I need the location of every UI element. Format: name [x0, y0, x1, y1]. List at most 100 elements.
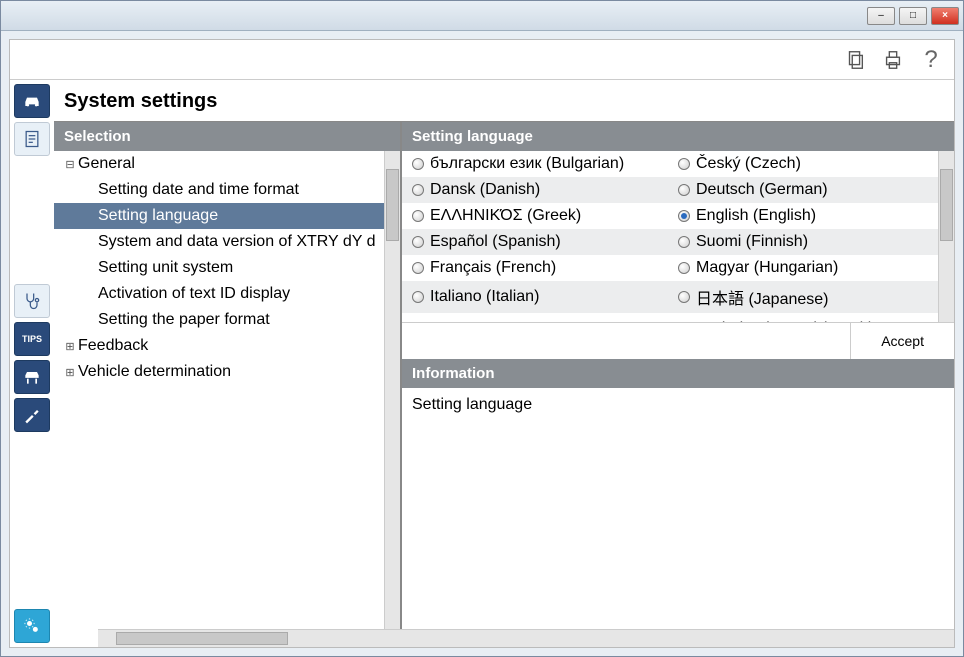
radio-icon[interactable]	[412, 210, 424, 222]
radio-icon[interactable]	[412, 158, 424, 170]
language-wrap: български език (Bulgarian) Český (Czech) D…	[402, 151, 954, 359]
sidebar-diagnose-icon[interactable]	[14, 284, 50, 318]
tree[interactable]: ⊟General Setting date and time format Sett…	[54, 151, 400, 629]
radio-icon[interactable]	[412, 291, 424, 303]
language-grid: български език (Bulgarian) Český (Czech) D…	[402, 151, 954, 322]
language-row: Español (Spanish) Suomi (Finnish)	[402, 229, 954, 255]
tree-item-label: Setting the paper format	[98, 311, 270, 329]
titlebar: – □ ×	[1, 1, 963, 31]
language-option[interactable]: 日本語 (Japanese)	[678, 285, 944, 309]
tree-item[interactable]: Setting unit system	[54, 255, 400, 281]
sidebar-lift-icon[interactable]	[14, 360, 50, 394]
sidebar-doc-icon[interactable]	[14, 122, 50, 156]
minimize-button[interactable]: –	[867, 7, 895, 25]
radio-icon[interactable]	[678, 236, 690, 248]
tree-item-label: Feedback	[78, 337, 148, 355]
sidebar-settings-icon[interactable]	[14, 609, 50, 643]
language-option[interactable]: Español (Spanish)	[412, 233, 678, 251]
tree-item-label: General	[78, 155, 135, 173]
radio-icon[interactable]	[412, 184, 424, 196]
radio-icon[interactable]	[678, 291, 690, 303]
selection-header: Selection	[54, 122, 400, 151]
page-title: System settings	[54, 80, 954, 121]
bottom-scrollbar[interactable]	[98, 629, 954, 647]
copy-icon[interactable]	[844, 49, 866, 71]
tree-toggle-icon[interactable]: ⊟	[62, 158, 78, 171]
tree-item-label: Setting unit system	[98, 259, 233, 277]
language-option[interactable]: Dansk (Danish)	[412, 181, 678, 199]
main-content: System settings Selection ⊟GeneralSettin…	[54, 80, 954, 647]
language-label: 日本語 (Japanese)	[696, 285, 829, 309]
app-frame: ? TIPS	[9, 39, 955, 648]
language-label: ΕΛΛΗΝΙΚΌΣ (Greek)	[430, 207, 581, 225]
radio-icon[interactable]	[678, 262, 690, 274]
help-icon[interactable]: ?	[920, 49, 942, 71]
language-row: Italiano (Italian) 日本語 (Japanese)	[402, 281, 954, 313]
language-option[interactable]: Magyar (Hungarian)	[678, 259, 944, 277]
language-option[interactable]: български език (Bulgarian)	[412, 155, 678, 173]
tree-toggle-icon[interactable]: ⊞	[62, 340, 78, 353]
tree-toggle-icon[interactable]: ⊞	[62, 366, 78, 379]
language-label: Magyar (Hungarian)	[696, 259, 838, 277]
tree-item[interactable]: Activation of text ID display	[54, 281, 400, 307]
language-label: Český (Czech)	[696, 155, 801, 173]
language-row: 한국의 (Korean) Nederlandse taal (Dutch)	[402, 313, 954, 322]
radio-icon[interactable]	[412, 236, 424, 248]
tree-item[interactable]: ⊞Vehicle determination	[54, 359, 400, 385]
language-row: български език (Bulgarian) Český (Czech)	[402, 151, 954, 177]
language-option[interactable]: Deutsch (German)	[678, 181, 944, 199]
tree-item-label: Setting date and time format	[98, 181, 299, 199]
language-option[interactable]: Nederlandse taal (Dutch)	[678, 317, 944, 322]
tree-item[interactable]: Setting language	[54, 203, 400, 229]
radio-icon[interactable]	[678, 210, 690, 222]
language-label: English (English)	[696, 207, 816, 225]
language-option[interactable]: Français (French)	[412, 259, 678, 277]
language-option[interactable]: English (English)	[678, 207, 944, 225]
sidebar-screwdriver-icon[interactable]	[14, 398, 50, 432]
radio-icon[interactable]	[678, 158, 690, 170]
radio-icon[interactable]	[412, 262, 424, 274]
language-label: Italiano (Italian)	[430, 288, 539, 306]
language-row: ΕΛΛΗΝΙΚΌΣ (Greek) English (English)	[402, 203, 954, 229]
language-label: Dansk (Danish)	[430, 181, 540, 199]
info-header: Information	[402, 359, 954, 388]
sidebar-car-icon[interactable]	[14, 84, 50, 118]
language-option[interactable]: Český (Czech)	[678, 155, 944, 173]
language-label: Deutsch (German)	[696, 181, 828, 199]
tree-item[interactable]: Setting date and time format	[54, 177, 400, 203]
tree-item[interactable]: System and data version of XTRY dY d	[54, 229, 400, 255]
close-button[interactable]: ×	[931, 7, 959, 25]
accept-button[interactable]: Accept	[850, 323, 954, 359]
language-option[interactable]: Italiano (Italian)	[412, 285, 678, 309]
radio-icon[interactable]	[678, 184, 690, 196]
right-scrollbar[interactable]	[938, 151, 954, 322]
sidebar-tips-icon[interactable]: TIPS	[14, 322, 50, 356]
tree-item[interactable]: Setting the paper format	[54, 307, 400, 333]
left-scrollbar[interactable]	[384, 151, 400, 629]
toolbar-top: ?	[10, 40, 954, 80]
language-label: Suomi (Finnish)	[696, 233, 808, 251]
left-pane: Selection ⊟General Setting date and time …	[54, 122, 402, 629]
language-label: български език (Bulgarian)	[430, 155, 624, 173]
maximize-button[interactable]: □	[899, 7, 927, 25]
language-label: 한국의 (Korean)	[430, 317, 541, 322]
language-row: Français (French) Magyar (Hungarian)	[402, 255, 954, 281]
splitter: Selection ⊟General Setting date and time …	[54, 121, 954, 629]
tree-item-label: Setting language	[98, 207, 218, 225]
print-icon[interactable]	[882, 49, 904, 71]
language-option[interactable]: Suomi (Finnish)	[678, 233, 944, 251]
app-window: – □ × ?	[0, 0, 964, 657]
language-option[interactable]: ΕΛΛΗΝΙΚΌΣ (Greek)	[412, 207, 678, 225]
tree-item-label: Activation of text ID display	[98, 285, 290, 303]
language-option[interactable]: 한국의 (Korean)	[412, 317, 678, 322]
language-row: Dansk (Danish) Deutsch (German)	[402, 177, 954, 203]
tree-item[interactable]: ⊟General	[54, 151, 400, 177]
side-rail: TIPS	[10, 80, 54, 647]
tree-item[interactable]: ⊞Feedback	[54, 333, 400, 359]
language-label: Español (Spanish)	[430, 233, 561, 251]
language-label: Français (French)	[430, 259, 556, 277]
content-outer: ? TIPS	[1, 31, 963, 656]
tree-item-label: System and data version of XTRY dY d	[98, 233, 376, 251]
main-body: TIPS System settings	[10, 80, 954, 647]
setting-header: Setting language	[402, 122, 954, 151]
